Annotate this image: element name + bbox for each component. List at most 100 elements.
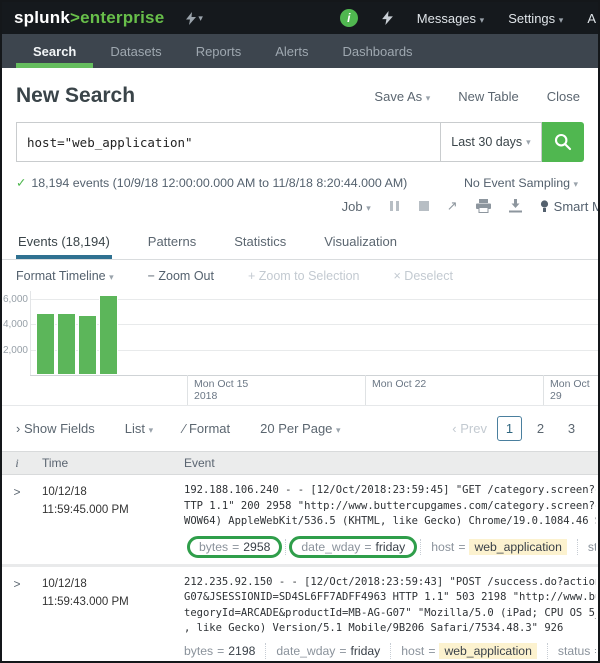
zoom-out-button[interactable]: − Zoom Out: [148, 269, 214, 283]
events-count-text: 18,194 events (10/9/18 12:00:00.000 AM t…: [31, 176, 407, 190]
time-range-picker[interactable]: Last 30 days ▾: [440, 122, 542, 162]
field-equals: =: [228, 540, 243, 554]
search-input[interactable]: [16, 122, 440, 162]
info-icon[interactable]: i: [340, 9, 358, 27]
event-sampling-menu[interactable]: No Event Sampling ▾: [464, 176, 578, 190]
event-raw-text: TTP 1.1" 200 2958 "http://www.buttercupg…: [184, 499, 596, 515]
event-field-bytes[interactable]: bytes=2198: [184, 644, 265, 658]
pagination: ‹ Prev 123: [452, 416, 584, 441]
page-button-1[interactable]: 1: [497, 416, 522, 441]
histogram-bar[interactable]: [57, 313, 76, 375]
per-page-menu[interactable]: 20 Per Page ▾: [260, 421, 340, 436]
event-column-header: Event: [184, 456, 598, 470]
event-field-host[interactable]: host=web_application: [421, 539, 577, 555]
splunk-window: splunk>enterprise ▾ i Messages ▾ Setting…: [0, 0, 600, 663]
field-value[interactable]: 2958: [243, 540, 270, 554]
event-cell: 192.188.106.240 - - [12/Oct/2018:23:59:4…: [184, 483, 598, 558]
event-fields: bytes=2958date_wday=fridayhost=web_appli…: [184, 536, 596, 558]
field-value[interactable]: 2198: [228, 644, 255, 658]
caret-down-icon: ▾: [480, 15, 485, 25]
event-field-status[interactable]: status=503: [548, 644, 596, 658]
histogram-bar[interactable]: [78, 315, 97, 375]
tab-statistics[interactable]: Statistics: [232, 228, 288, 259]
stop-icon[interactable]: [419, 201, 429, 211]
activity-lightning-icon[interactable]: [382, 11, 393, 25]
app-switcher[interactable]: ▾: [186, 12, 203, 25]
info-column-header: i: [2, 456, 32, 471]
nav-tab-search[interactable]: Search: [16, 34, 93, 68]
bulb-icon: [540, 200, 549, 213]
event-raw-text: 192.188.106.240 - - [12/Oct/2018:23:59:4…: [184, 483, 596, 499]
pause-icon[interactable]: [389, 201, 401, 211]
format-menu[interactable]: ∕ Format: [183, 421, 230, 436]
x-axis-line: [30, 375, 598, 376]
expand-chevron-icon[interactable]: >: [2, 575, 32, 659]
field-value[interactable]: web_application: [439, 643, 536, 659]
field-value[interactable]: friday: [350, 644, 380, 658]
event-field-host[interactable]: host=web_application: [391, 643, 547, 659]
field-value[interactable]: web_application: [469, 539, 566, 555]
event-field-bytes[interactable]: bytes=2958: [199, 540, 270, 554]
nav-tab-alerts[interactable]: Alerts: [258, 34, 325, 68]
smart-mode-menu[interactable]: Smart Mode ▾: [540, 199, 600, 214]
field-equals: =: [360, 540, 375, 554]
account-menu[interactable]: A: [587, 11, 596, 26]
field-equals: =: [424, 644, 439, 658]
field-equals: =: [213, 644, 228, 658]
event-field-status[interactable]: status=200: [578, 540, 596, 554]
field-key[interactable]: status: [558, 644, 591, 658]
histogram-bar[interactable]: [99, 295, 118, 375]
splunk-logo[interactable]: splunk>enterprise: [14, 8, 164, 28]
field-key[interactable]: host: [431, 540, 454, 554]
x-axis-tick-label: Mon Oct 152018: [187, 375, 248, 405]
search-button[interactable]: [542, 122, 584, 162]
lightning-icon: [186, 12, 196, 25]
show-fields-toggle[interactable]: › Show Fields: [16, 421, 95, 436]
caret-down-icon: ▾: [366, 203, 371, 213]
annotation-circle: bytes=2958: [187, 536, 282, 558]
field-key[interactable]: date_wday: [276, 644, 335, 658]
zoom-to-selection-button: + Zoom to Selection: [248, 269, 360, 283]
event-field-date_wday[interactable]: date_wday=friday: [301, 540, 405, 554]
caret-down-icon: ▾: [559, 15, 564, 25]
close-button[interactable]: Close: [547, 89, 580, 104]
new-table-button[interactable]: New Table: [458, 89, 518, 104]
field-key[interactable]: date_wday: [301, 540, 360, 554]
field-key[interactable]: host: [401, 644, 424, 658]
field-key[interactable]: bytes: [184, 644, 213, 658]
field-key[interactable]: bytes: [199, 540, 228, 554]
caret-down-icon: ▾: [149, 425, 154, 435]
share-icon[interactable]: ↗: [447, 198, 458, 214]
caret-down-icon: ▾: [573, 179, 578, 189]
nav-tab-datasets[interactable]: Datasets: [93, 34, 178, 68]
page-button-2[interactable]: 2: [528, 416, 553, 441]
histogram-bar[interactable]: [36, 313, 55, 375]
tab-events[interactable]: Events (18,194): [16, 228, 112, 259]
nav-tab-reports[interactable]: Reports: [179, 34, 259, 68]
export-icon[interactable]: [509, 199, 522, 213]
messages-menu[interactable]: Messages ▾: [417, 11, 484, 26]
x-axis-tick-label: Mon Oct 29: [543, 375, 598, 405]
caret-down-icon: ▾: [198, 13, 203, 24]
expand-chevron-icon[interactable]: >: [2, 483, 32, 558]
event-timestamp: 10/12/1811:59:43.000 PM: [32, 575, 184, 659]
tab-visualization[interactable]: Visualization: [322, 228, 399, 259]
nav-tab-dashboards[interactable]: Dashboards: [325, 34, 429, 68]
settings-menu[interactable]: Settings ▾: [508, 11, 563, 26]
field-value[interactable]: friday: [375, 540, 405, 554]
page-title: New Search: [16, 84, 135, 108]
event-timeline-chart[interactable]: 2,0004,0006,000Mon Oct 152018Mon Oct 22M…: [2, 291, 598, 405]
print-icon[interactable]: [476, 199, 491, 213]
event-field-date_wday[interactable]: date_wday=friday: [266, 644, 390, 658]
field-separator: [285, 539, 286, 555]
format-timeline-menu[interactable]: Format Timeline ▾: [16, 269, 114, 283]
event-raw-text: WOW64) AppleWebKit/536.5 (KHTML, like Ge…: [184, 514, 596, 530]
job-menu[interactable]: Job ▾: [342, 199, 371, 214]
field-key[interactable]: status: [588, 540, 596, 554]
event-raw-text: G07&JSESSIONID=SD4SL6FF7ADFF4963 HTTP 1.…: [184, 590, 596, 606]
field-equals: =: [454, 540, 469, 554]
save-as-button[interactable]: Save As ▾: [374, 89, 430, 104]
tab-patterns[interactable]: Patterns: [146, 228, 198, 259]
list-view-menu[interactable]: List ▾: [125, 421, 153, 436]
page-button-3[interactable]: 3: [559, 416, 584, 441]
